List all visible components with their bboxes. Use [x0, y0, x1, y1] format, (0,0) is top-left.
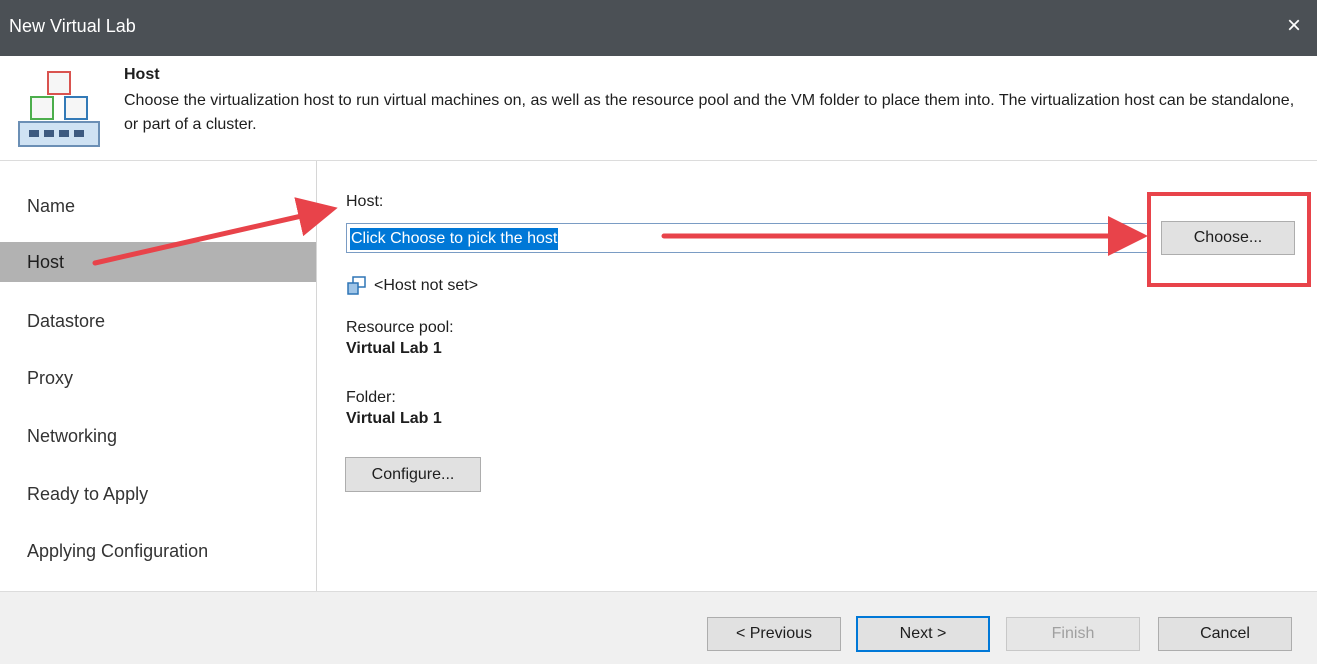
nav-item-proxy[interactable]: Proxy — [0, 358, 316, 398]
next-button[interactable]: Next > — [856, 616, 990, 652]
resource-pool-label: Resource pool: — [346, 319, 454, 336]
configure-button[interactable]: Configure... — [345, 457, 481, 492]
previous-button[interactable]: < Previous — [707, 617, 841, 651]
wizard-step-list: Name Host Datastore Proxy Networking Rea… — [0, 161, 316, 591]
host-input-value: Click Choose to pick the host — [350, 228, 559, 250]
title-bar: New Virtual Lab × — [0, 0, 1317, 56]
cancel-button[interactable]: Cancel — [1158, 617, 1292, 651]
close-icon[interactable]: × — [1287, 12, 1301, 40]
nav-item-networking[interactable]: Networking — [0, 416, 316, 456]
step-description: Choose the virtualization host to run vi… — [124, 92, 1295, 133]
choose-button[interactable]: Choose... — [1161, 221, 1295, 255]
step-title: Host — [124, 66, 160, 83]
host-status: <Host not set> — [374, 277, 479, 294]
nav-item-applying-configuration[interactable]: Applying Configuration — [0, 531, 316, 571]
host-label: Host: — [346, 193, 384, 210]
nav-item-host[interactable]: Host — [0, 242, 316, 282]
host-input[interactable]: Click Choose to pick the host — [346, 223, 1148, 253]
folder-label: Folder: — [346, 389, 396, 406]
folder-value: Virtual Lab 1 — [346, 410, 442, 427]
wizard-header: Host Choose the virtualization host to r… — [0, 56, 1317, 160]
nav-item-name[interactable]: Name — [0, 186, 316, 226]
virtual-lab-icon — [18, 71, 100, 147]
window-title: New Virtual Lab — [9, 16, 136, 36]
nav-item-ready-to-apply[interactable]: Ready to Apply — [0, 474, 316, 514]
host-icon — [347, 276, 366, 295]
footer-divider — [0, 591, 1317, 592]
resource-pool-value: Virtual Lab 1 — [346, 340, 442, 357]
finish-button: Finish — [1006, 617, 1140, 651]
nav-item-datastore[interactable]: Datastore — [0, 301, 316, 341]
